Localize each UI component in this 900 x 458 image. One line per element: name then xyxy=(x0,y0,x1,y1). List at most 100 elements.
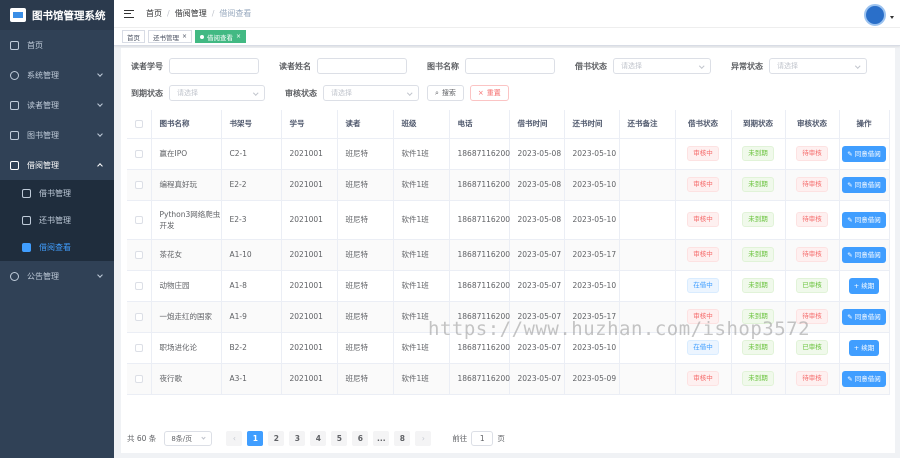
due-status-badge: 未到期 xyxy=(742,340,774,355)
row-checkbox[interactable] xyxy=(134,251,143,259)
close-icon[interactable]: × xyxy=(236,33,241,40)
breadcrumb-home[interactable]: 首页 xyxy=(146,9,162,18)
reader-cell: 班尼特 xyxy=(337,138,394,170)
page-button[interactable]: 8 xyxy=(394,431,411,446)
class-cell: 软件1班 xyxy=(393,200,450,240)
book-name-cell: 夜行歌 xyxy=(151,363,222,395)
book-name-input[interactable] xyxy=(465,58,555,74)
briefcase-icon xyxy=(22,243,31,252)
page-button[interactable]: 6 xyxy=(352,431,369,446)
active-dot-icon xyxy=(200,34,205,39)
review-status-badge: 待审核 xyxy=(796,212,828,227)
approve-borrow-button[interactable]: ✎ 同意借阅 xyxy=(842,246,886,263)
sidebar-item-home[interactable]: 首页 xyxy=(0,30,114,60)
tags-view: 首页 还书管理 × 借阅查看 × xyxy=(114,28,900,46)
chevron-right-icon: › xyxy=(421,434,425,443)
caret-down-icon[interactable] xyxy=(890,16,894,19)
page-button[interactable]: 1 xyxy=(247,431,264,446)
prev-page-button[interactable]: ‹ xyxy=(226,431,243,446)
class-cell: 软件1班 xyxy=(393,270,450,302)
row-checkbox[interactable] xyxy=(134,282,143,290)
sidebar-item-readers[interactable]: 读者管理 xyxy=(0,90,114,120)
sidebar-item-books[interactable]: 图书管理 xyxy=(0,120,114,150)
reader-name-input[interactable] xyxy=(317,58,407,74)
chevron-down-icon xyxy=(252,90,258,96)
sidebar-item-label: 借阅查看 xyxy=(39,243,71,252)
hamburger-icon[interactable] xyxy=(124,9,134,18)
renew-button[interactable]: + 续期 xyxy=(848,339,880,356)
avatar[interactable] xyxy=(864,4,886,26)
borrow-status-badge: 审核中 xyxy=(687,247,719,262)
table-row: 编程真好玩 E2-2 2021001 班尼特 软件1班 18687116200 2023-0… xyxy=(127,169,890,201)
row-checkbox[interactable] xyxy=(134,313,143,321)
review-status-select[interactable]: 请选择 xyxy=(323,85,419,101)
borrow-status-select[interactable]: 请选择 xyxy=(613,58,711,74)
sidebar-item-borrow-books[interactable]: 借书管理 xyxy=(0,180,114,207)
column-header: 图书名称 xyxy=(151,110,222,139)
book-icon xyxy=(22,189,31,198)
goto-page: 前往 1 页 xyxy=(452,431,505,446)
class-cell: 软件1班 xyxy=(393,239,450,271)
breadcrumb-borrow: 借阅管理 xyxy=(174,9,207,18)
borrow-table: 图书名称 书架号 学号 读者 班级 电话 借书时间 还书时间 还书备注 借书状态 到期状态 审核状态操… xyxy=(127,110,890,395)
sidebar-item-label: 首页 xyxy=(27,40,43,50)
due-status-select[interactable]: 请选择 xyxy=(169,85,265,101)
approve-borrow-button[interactable]: ✎ 同意借阅 xyxy=(842,211,886,228)
row-checkbox[interactable] xyxy=(134,344,143,352)
review-status-badge: 已审核 xyxy=(796,278,828,293)
tab-home[interactable]: 首页 xyxy=(122,30,145,43)
close-icon[interactable]: × xyxy=(182,33,187,40)
select-placeholder: 请选择 xyxy=(777,62,798,70)
class-cell: 软件1班 xyxy=(393,138,450,170)
page-button[interactable]: 3 xyxy=(289,431,306,446)
goto-page-input[interactable]: 1 xyxy=(471,431,494,446)
reader-id-input[interactable] xyxy=(169,58,259,74)
row-checkbox[interactable] xyxy=(134,375,143,383)
sidebar-item-notices[interactable]: 公告管理 xyxy=(0,261,114,291)
borrow-status-badge: 审核中 xyxy=(687,177,719,192)
total-count: 共 60 条 xyxy=(127,434,157,443)
more-pages-button[interactable]: ... xyxy=(373,431,390,446)
row-checkbox[interactable] xyxy=(134,216,143,224)
reader-id-label: 读者学号 xyxy=(131,61,163,71)
row-checkbox[interactable] xyxy=(134,181,143,189)
page-button[interactable]: 5 xyxy=(331,431,348,446)
next-page-button[interactable]: › xyxy=(415,431,432,446)
sidebar-item-label: 图书管理 xyxy=(27,130,59,140)
review-status-badge: 待审核 xyxy=(796,247,828,262)
page-button[interactable]: 4 xyxy=(310,431,327,446)
sidebar-item-borrow[interactable]: 借阅管理 xyxy=(0,150,114,180)
row-checkbox[interactable] xyxy=(134,150,143,158)
select-placeholder: 请选择 xyxy=(177,89,198,97)
goto-unit: 页 xyxy=(497,434,505,443)
reader-card-icon xyxy=(10,100,19,110)
approve-borrow-button[interactable]: ✎ 同意借阅 xyxy=(842,370,886,387)
return-note-cell xyxy=(619,138,676,170)
navbar: 首页 / 借阅管理 / 借阅查看 xyxy=(114,0,900,28)
tab-label: 首页 xyxy=(127,33,140,42)
approve-borrow-button[interactable]: ✎ 同意借阅 xyxy=(842,145,886,162)
sidebar-item-borrow-view[interactable]: 借阅查看 xyxy=(0,234,114,261)
chevron-down-icon xyxy=(698,63,704,69)
approve-borrow-button[interactable]: ✎ 同意借阅 xyxy=(842,176,886,193)
review-status-label: 审核状态 xyxy=(285,88,317,98)
select-all-checkbox[interactable] xyxy=(134,120,143,129)
book-name-cell: 茶花女 xyxy=(151,239,222,271)
borrow-date-cell: 2023-05-07 xyxy=(509,239,565,271)
book-name-cell: 动物庄园 xyxy=(151,270,222,302)
tab-borrow-view[interactable]: 借阅查看 × xyxy=(195,30,247,43)
app-logo: 图书馆管理系统 xyxy=(0,0,114,30)
reset-button[interactable]: × 重置 xyxy=(469,85,509,101)
approve-borrow-button[interactable]: ✎ 同意借阅 xyxy=(842,308,886,325)
sidebar-item-system[interactable]: 系统管理 xyxy=(0,60,114,90)
abnormal-status-select[interactable]: 请选择 xyxy=(769,58,867,74)
shelf-cell: E2-3 xyxy=(221,200,282,240)
column-header: 学号 xyxy=(281,110,338,139)
sidebar-item-return-books[interactable]: 还书管理 xyxy=(0,207,114,234)
tab-return[interactable]: 还书管理 × xyxy=(148,30,193,43)
renew-button[interactable]: + 续期 xyxy=(848,277,880,294)
search-button[interactable]: ⌕ 搜索 xyxy=(427,85,464,101)
page-size-select[interactable]: 8条/页 xyxy=(164,431,213,446)
page-button[interactable]: 2 xyxy=(268,431,285,446)
due-status-badge: 未到期 xyxy=(742,212,774,227)
